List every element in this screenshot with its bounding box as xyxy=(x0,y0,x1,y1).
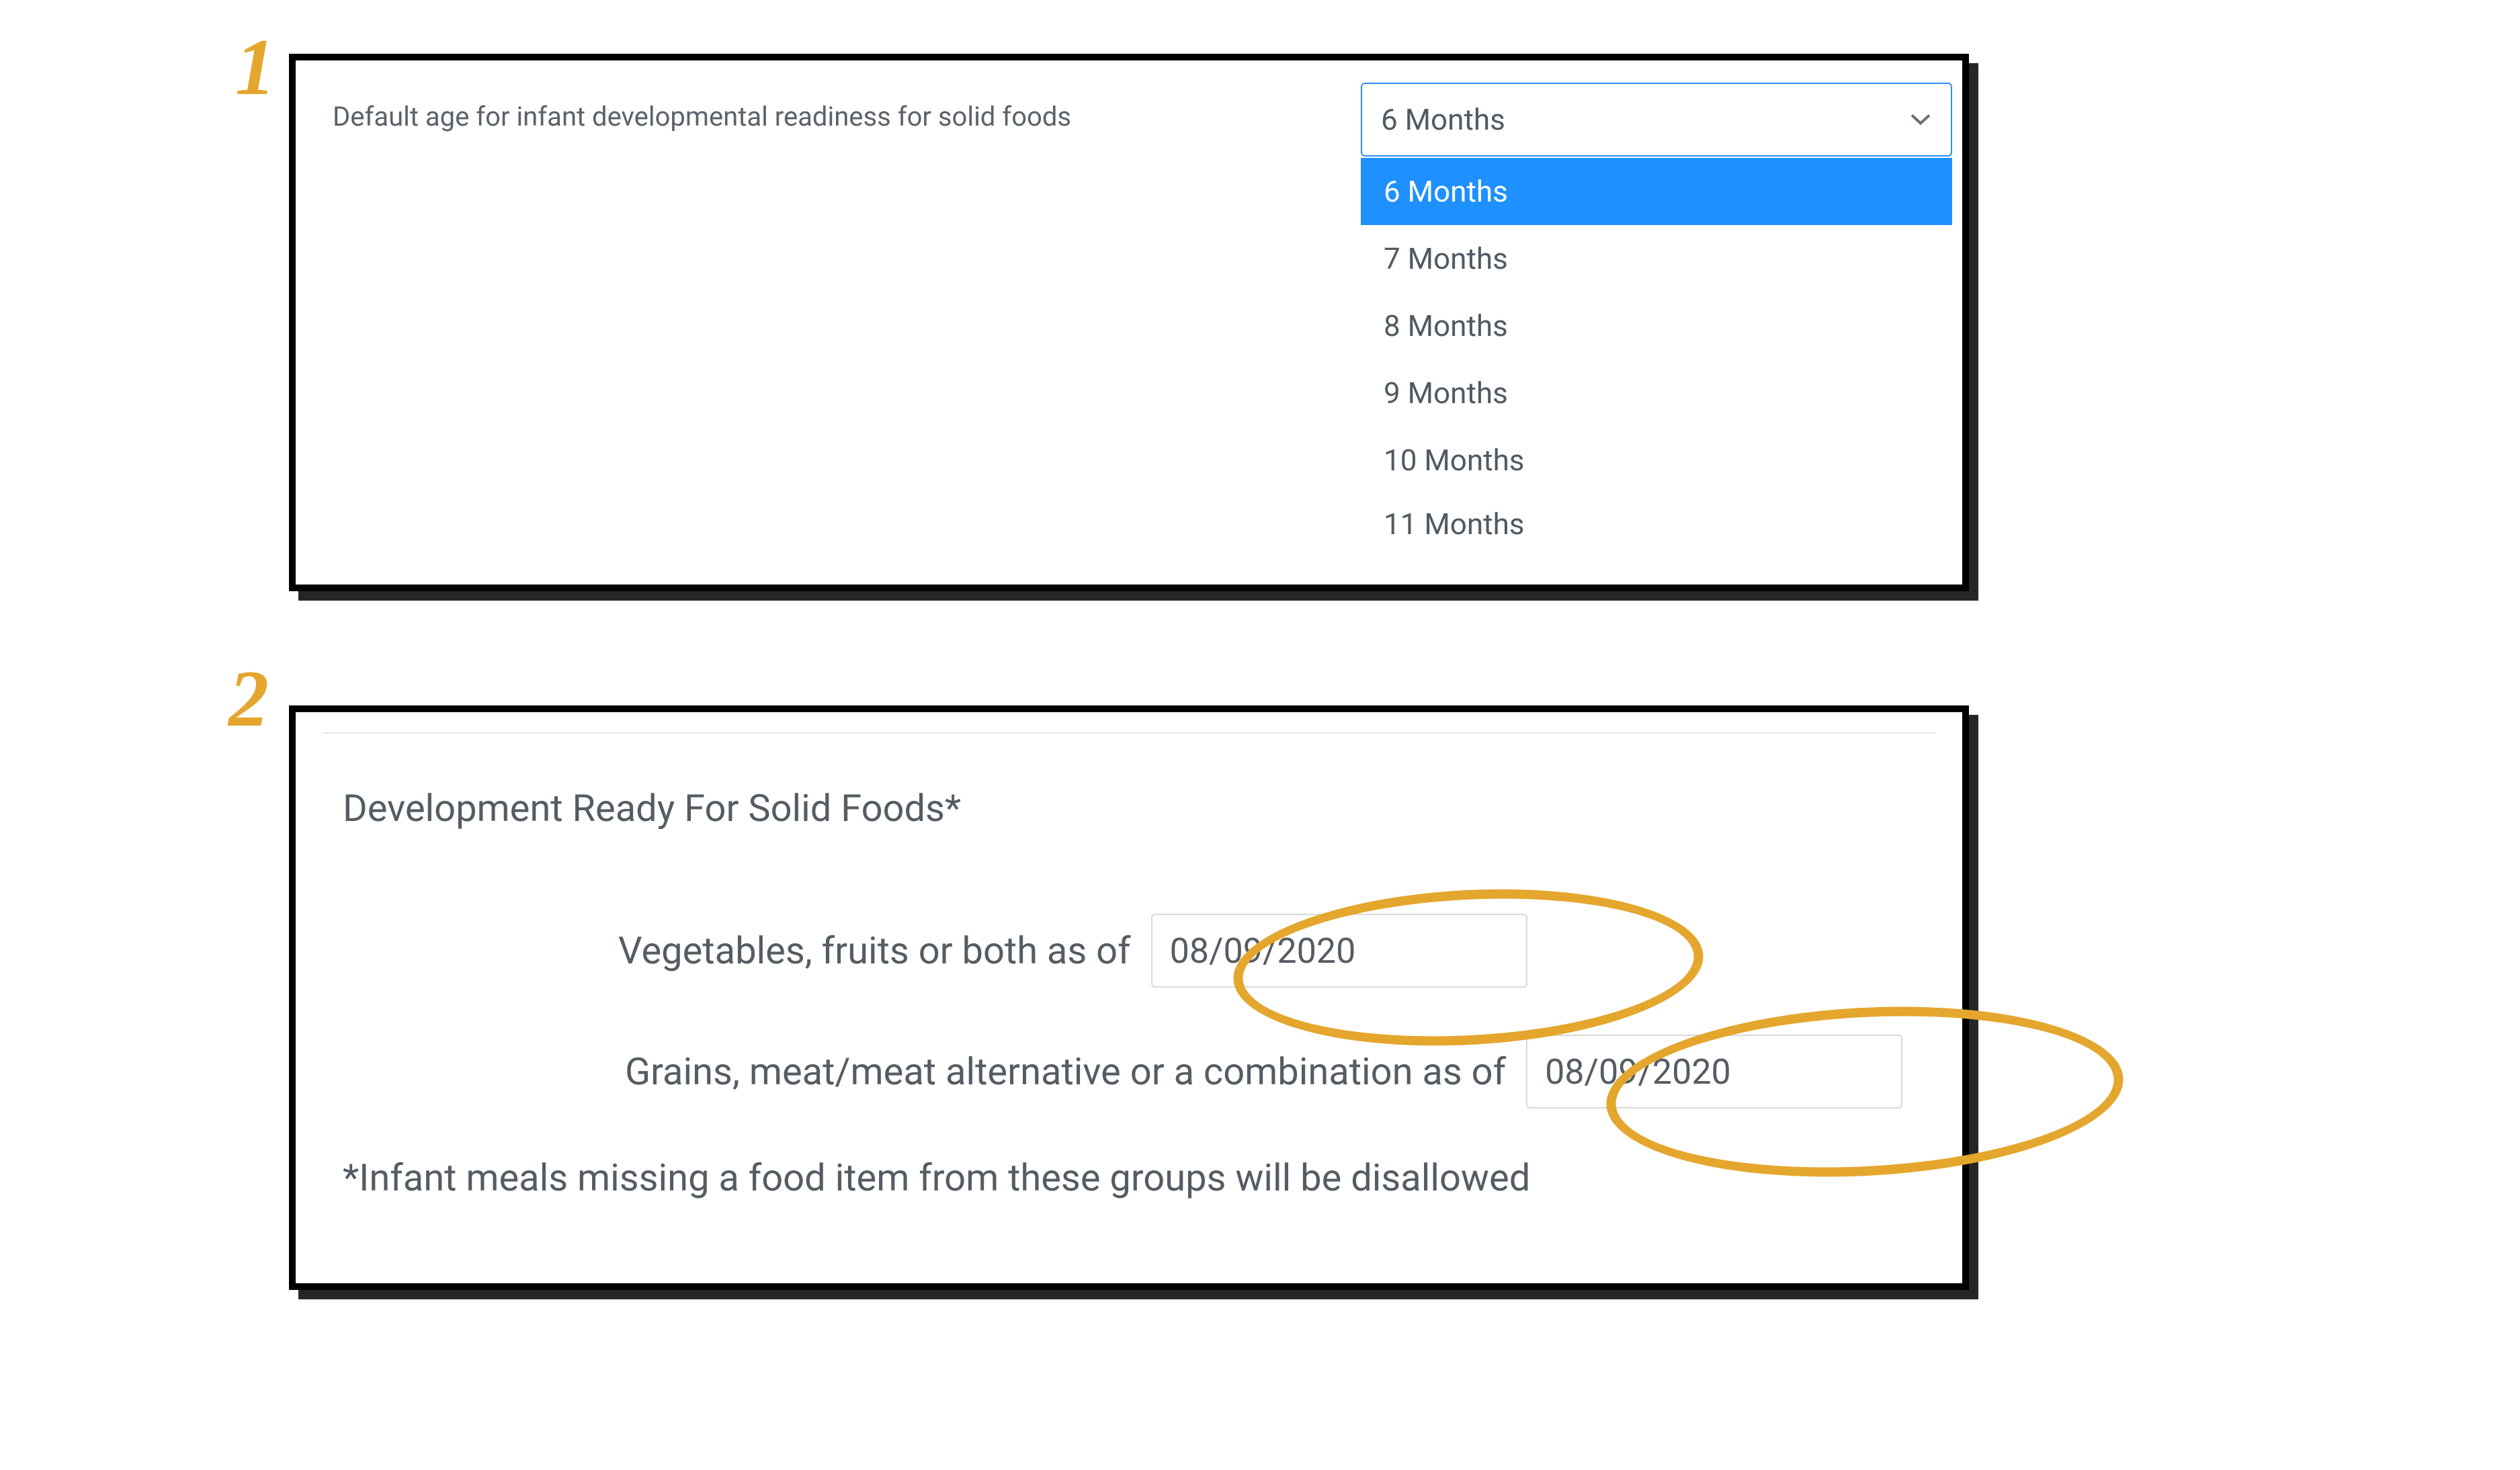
veg-fruit-label: Vegetables, fruits or both as of xyxy=(618,928,1131,973)
development-ready-title: Development Ready For Solid Foods* xyxy=(343,786,961,830)
footnote-text: *Infant meals missing a food item from t… xyxy=(343,1156,1530,1200)
annotation-step-1: 1 xyxy=(235,27,276,107)
veg-fruit-row: Vegetables, fruits or both as of 08/09/2… xyxy=(618,914,1527,988)
annotation-step-2: 2 xyxy=(228,658,269,739)
default-age-selected-value: 6 Months xyxy=(1381,102,1505,137)
chevron-down-icon xyxy=(1910,108,1931,132)
age-option-10-months[interactable]: 10 Months xyxy=(1361,427,1952,494)
age-option-8-months[interactable]: 8 Months xyxy=(1361,292,1952,359)
grains-meat-row: Grains, meat/meat alternative or a combi… xyxy=(625,1035,1902,1109)
age-option-9-months[interactable]: 9 Months xyxy=(1361,359,1952,427)
stage: 1 Default age for infant developmental r… xyxy=(0,0,2520,1470)
age-option-11-months[interactable]: 11 Months xyxy=(1361,494,1952,554)
divider xyxy=(323,732,1935,734)
grains-meat-label: Grains, meat/meat alternative or a combi… xyxy=(625,1049,1506,1094)
default-age-select[interactable]: 6 Months xyxy=(1361,83,1952,157)
default-age-listbox[interactable]: 6 Months 7 Months 8 Months 9 Months 10 M… xyxy=(1361,158,1952,585)
panel-default-age: Default age for infant developmental rea… xyxy=(289,54,1969,591)
panel-development-ready: Development Ready For Solid Foods* Veget… xyxy=(289,705,1969,1290)
default-age-label: Default age for infant developmental rea… xyxy=(333,101,1071,132)
age-option-6-months[interactable]: 6 Months xyxy=(1361,158,1952,225)
veg-fruit-date-input[interactable]: 08/09/2020 xyxy=(1151,914,1527,988)
grains-meat-date-input[interactable]: 08/09/2020 xyxy=(1526,1035,1902,1109)
age-option-7-months[interactable]: 7 Months xyxy=(1361,225,1952,292)
